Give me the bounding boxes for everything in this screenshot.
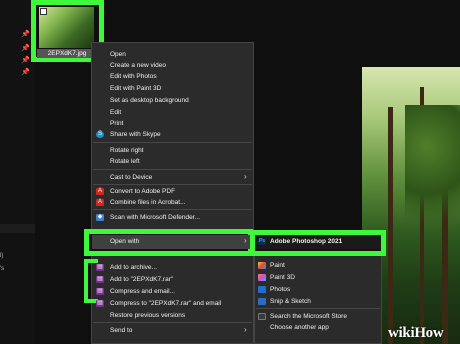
menu-item-print[interactable]: Print [110,120,123,127]
menu-item-open-with[interactable]: Open with [110,238,139,245]
adobe-pdf-icon: A [96,188,104,195]
skype-icon: S [96,131,104,138]
paint-icon [258,262,266,269]
checkbox-icon[interactable] [40,8,47,15]
menu-item-scan-defender[interactable]: Scan with Microsoft Defender... [110,214,200,221]
store-icon [258,313,266,320]
submenu-item-choose-app[interactable]: Choose another app [270,324,329,331]
chevron-right-icon: › [244,325,247,334]
menu-item-open[interactable]: Open [110,51,126,58]
pin-icon[interactable]: 📌 [21,68,30,76]
defender-icon: ◆ [96,214,104,221]
snip-sketch-icon [258,298,266,305]
winrar-icon: ▤ [96,264,104,271]
submenu-item-photoshop[interactable]: Adobe Photoshop 2021 [270,238,342,245]
menu-item-convert-pdf[interactable]: Convert to Adobe PDF [110,188,175,195]
acrobat-icon: A [96,199,104,206]
submenu-item-photos[interactable]: Photos [270,286,290,293]
menu-item-rotate-right[interactable]: Rotate right [110,147,144,154]
menu-item-set-background[interactable]: Set as desktop background [110,97,189,104]
wikihow-watermark: wikiHow [388,325,444,342]
menu-separator [93,142,252,143]
menu-separator [93,184,252,185]
menu-item-restore-versions[interactable]: Restore previous versions [110,312,185,319]
winrar-icon: ▤ [96,300,104,307]
watermark-how: How [414,325,444,341]
file-thumbnail[interactable] [39,7,94,48]
file-name[interactable]: 2EPXdK7.jpg [37,49,97,58]
pin-icon[interactable]: 📌 [21,56,30,64]
submenu-item-paint[interactable]: Paint [270,262,285,269]
menu-item-share-skype[interactable]: Share with Skype [110,131,161,138]
nav-item-fragment[interactable]: l) [0,253,3,259]
winrar-icon: ▤ [96,276,104,283]
nav-row[interactable] [0,224,35,233]
menu-separator [93,209,252,210]
menu-item-edit-photos[interactable]: Edit with Photos [110,73,157,80]
photos-icon [258,286,266,293]
menu-item-send-to[interactable]: Send to [110,327,132,334]
menu-separator [93,169,252,170]
menu-item-add-archive[interactable]: Add to archive... [110,264,157,271]
pin-icon[interactable]: 📌 [21,30,30,38]
menu-item-edit[interactable]: Edit [110,109,121,116]
winrar-icon: ▤ [96,288,104,295]
foliage [405,105,460,245]
pin-icon[interactable]: 📌 [21,44,30,52]
menu-item-compress-rar-email[interactable]: Compress to "2EPXdK7.rar" and email [110,300,221,307]
chevron-right-icon: › [244,236,247,245]
chevron-right-icon: › [244,172,247,181]
submenu-item-paint3d[interactable]: Paint 3D [270,274,295,281]
menu-item-edit-paint3d[interactable]: Edit with Paint 3D [110,85,161,92]
menu-item-rotate-left[interactable]: Rotate left [110,158,140,165]
menu-separator [93,322,252,323]
watermark-wiki: wiki [388,325,415,341]
menu-item-create-video[interactable]: Create a new video [110,62,166,69]
menu-item-cast-device[interactable]: Cast to Device [110,174,152,181]
submenu-item-store[interactable]: Search the Microsoft Store [270,313,347,320]
menu-item-compress-email[interactable]: Compress and email... [110,288,175,295]
paint3d-icon [258,274,266,281]
menu-separator [256,308,380,309]
nav-item-fragment[interactable]: 's [0,266,4,272]
menu-item-add-rar[interactable]: Add to "2EPXdK7.rar" [110,276,173,283]
photoshop-icon: Ps [258,238,266,245]
submenu-item-snip-sketch[interactable]: Snip & Sketch [270,298,311,305]
menu-item-combine-acrobat[interactable]: Combine files in Acrobat... [110,199,186,206]
